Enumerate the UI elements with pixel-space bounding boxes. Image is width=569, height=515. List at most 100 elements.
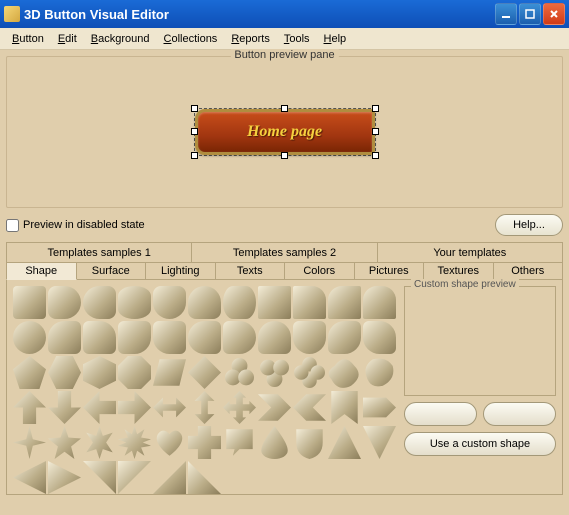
shape-arrow-right[interactable] (118, 391, 151, 424)
custom-prev-button[interactable] (404, 402, 477, 426)
shape-burst[interactable] (118, 426, 151, 459)
resize-handle-nw[interactable] (191, 105, 198, 112)
shape-chevron-right[interactable] (258, 391, 291, 424)
shape-triangle-down[interactable] (363, 426, 396, 459)
shape-quatrefoil[interactable] (293, 356, 326, 389)
menu-edit[interactable]: Edit (52, 31, 83, 47)
shape-circle[interactable] (13, 321, 46, 354)
resize-handle-s[interactable] (281, 152, 288, 159)
shape-triangle-left[interactable] (13, 461, 46, 494)
shape-round-bottom[interactable] (293, 321, 326, 354)
menu-collections[interactable]: Collections (158, 31, 224, 47)
shape-blob1[interactable] (328, 356, 361, 389)
shape-arrow-down[interactable] (48, 391, 81, 424)
subtab-shape[interactable]: Shape (6, 262, 77, 280)
shape-hexagon[interactable] (48, 356, 81, 389)
shape-tag[interactable] (363, 391, 396, 424)
shape-octagon[interactable] (118, 356, 151, 389)
shape-capsule-right[interactable] (48, 286, 81, 319)
shape-chevron-left[interactable] (293, 391, 326, 424)
shape-star5[interactable] (48, 426, 81, 459)
shape-capsule-left[interactable] (83, 286, 116, 319)
menu-tools[interactable]: Tools (278, 31, 316, 47)
subtab-pictures[interactable]: Pictures (355, 262, 425, 280)
menu-help[interactable]: Help (318, 31, 353, 47)
shape-round-top[interactable] (258, 321, 291, 354)
tab-templates-2[interactable]: Templates samples 2 (192, 242, 377, 262)
shape-round-nw[interactable] (48, 321, 81, 354)
help-button[interactable]: Help... (495, 214, 563, 236)
sub-tab-strip: Shape Surface Lighting Texts Colors Pict… (6, 262, 563, 280)
preview-disabled-checkbox[interactable] (6, 219, 19, 232)
subtab-textures[interactable]: Textures (424, 262, 494, 280)
close-button[interactable] (543, 3, 565, 25)
shape-pill-v[interactable] (223, 286, 256, 319)
shape-trefoil[interactable] (223, 356, 256, 389)
shape-cut-ne[interactable] (293, 286, 326, 319)
shape-parallelogram[interactable] (153, 356, 186, 389)
shape-triangle-sw[interactable] (188, 461, 221, 494)
shape-cap-bottom[interactable] (153, 286, 186, 319)
subtab-colors[interactable]: Colors (285, 262, 355, 280)
shape-round-sw[interactable] (153, 321, 186, 354)
shape-hexagon-v[interactable] (83, 356, 116, 389)
shape-triangle-se[interactable] (153, 461, 186, 494)
shape-bookmark[interactable] (328, 391, 361, 424)
shape-cap-top[interactable] (188, 286, 221, 319)
shape-round-diag1[interactable] (328, 321, 361, 354)
shape-round-ne[interactable] (83, 321, 116, 354)
shape-star4[interactable] (13, 426, 46, 459)
subtab-surface[interactable]: Surface (77, 262, 147, 280)
shape-trefoil-down[interactable] (258, 356, 291, 389)
shape-square[interactable] (258, 286, 291, 319)
shape-diamond[interactable] (188, 356, 221, 389)
resize-handle-se[interactable] (372, 152, 379, 159)
shape-triangle-up[interactable] (328, 426, 361, 459)
shape-triangle-ne[interactable] (83, 461, 116, 494)
shape-round-left[interactable] (188, 321, 221, 354)
button-preview-pane: Button preview pane Home page (6, 56, 563, 208)
window-title: 3D Button Visual Editor (24, 7, 493, 22)
shape-round-se[interactable] (118, 321, 151, 354)
use-custom-shape-button[interactable]: Use a custom shape (404, 432, 556, 456)
shape-arrow-4way[interactable] (223, 391, 256, 424)
resize-handle-ne[interactable] (372, 105, 379, 112)
shape-arrow-left[interactable] (83, 391, 116, 424)
maximize-button[interactable] (519, 3, 541, 25)
tab-templates-1[interactable]: Templates samples 1 (6, 242, 192, 262)
preview-button[interactable]: Home page (195, 109, 375, 155)
tab-your-templates[interactable]: Your templates (378, 242, 563, 262)
minimize-button[interactable] (495, 3, 517, 25)
shape-round-diag2[interactable] (363, 321, 396, 354)
shape-rounded-rect[interactable] (13, 286, 46, 319)
shape-triangle-right[interactable] (48, 461, 81, 494)
menu-background[interactable]: Background (85, 31, 156, 47)
shape-heart[interactable] (153, 426, 186, 459)
shape-arrow-lr[interactable] (153, 391, 186, 424)
menu-button[interactable]: Button (6, 31, 50, 47)
menu-reports[interactable]: Reports (225, 31, 276, 47)
resize-handle-sw[interactable] (191, 152, 198, 159)
shape-blob2[interactable] (363, 356, 396, 389)
resize-handle-n[interactable] (281, 105, 288, 112)
shape-cross[interactable] (188, 426, 221, 459)
resize-handle-w[interactable] (191, 128, 198, 135)
subtab-lighting[interactable]: Lighting (146, 262, 216, 280)
selection-box[interactable]: Home page (194, 108, 376, 156)
shape-speech-bubble[interactable] (223, 426, 256, 459)
resize-handle-e[interactable] (372, 128, 379, 135)
subtab-others[interactable]: Others (494, 262, 564, 280)
shape-pentagon[interactable] (13, 356, 46, 389)
subtab-texts[interactable]: Texts (216, 262, 286, 280)
shape-round-right[interactable] (223, 321, 256, 354)
shape-pill-h[interactable] (118, 286, 151, 319)
custom-next-button[interactable] (483, 402, 556, 426)
shape-drop[interactable] (258, 426, 291, 459)
shape-shield[interactable] (293, 426, 326, 459)
shape-cut-nw[interactable] (328, 286, 361, 319)
shape-triangle-nw[interactable] (118, 461, 151, 494)
shape-arrow-ud[interactable] (188, 391, 221, 424)
shape-arrow-up[interactable] (13, 391, 46, 424)
shape-star6[interactable] (83, 426, 116, 459)
shape-cut-top[interactable] (363, 286, 396, 319)
